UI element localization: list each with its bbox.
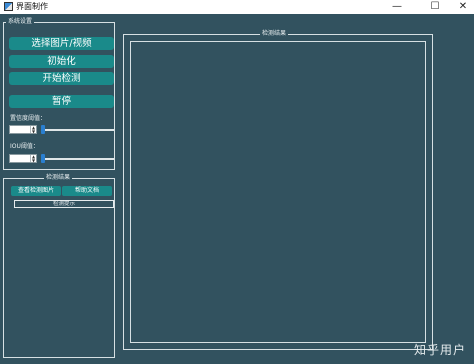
title-bar: 界面制作 — ☐ ✕ (0, 0, 474, 14)
confidence-slider-handle[interactable] (41, 125, 45, 134)
initialize-button[interactable]: 初始化 (9, 55, 114, 68)
detection-hint-box: 检测提示 (14, 200, 114, 208)
iou-slider-handle[interactable] (41, 154, 45, 163)
minimize-button[interactable]: — (382, 0, 412, 14)
main-client-area: 系统设置 选择图片/视频 初始化 开始检测 暂停 置信度阈值： ▲ ▼ IOU阈值… (0, 14, 474, 364)
window-title: 界面制作 (16, 2, 48, 11)
spin-arrows-icon[interactable]: ▲ ▼ (30, 126, 36, 133)
confidence-slider-track[interactable] (42, 129, 114, 131)
help-document-button[interactable]: 帮助文档 (62, 186, 112, 196)
iou-spinbox[interactable]: ▲ ▼ (9, 154, 37, 163)
app-icon (4, 2, 13, 11)
confidence-spinbox[interactable]: ▲ ▼ (9, 125, 37, 134)
iou-label: IOU阈值： (10, 143, 39, 150)
display-groupbox: 检测结果 (123, 29, 433, 350)
image-display-area (130, 41, 426, 343)
results-group-title: 检测结果 (44, 173, 73, 182)
close-button[interactable]: ✕ (448, 0, 474, 14)
display-group-title: 检测结果 (260, 29, 289, 38)
spin-arrows-icon[interactable]: ▲ ▼ (30, 155, 36, 162)
iou-slider-track[interactable] (42, 158, 114, 160)
confidence-label: 置信度阈值： (10, 115, 47, 122)
pause-button[interactable]: 暂停 (9, 95, 114, 108)
results-groupbox: 检测结果 查看检测图片 帮助文档 检测提示 (3, 173, 115, 358)
settings-groupbox: 系统设置 选择图片/视频 初始化 开始检测 暂停 置信度阈值： ▲ ▼ IOU阈值… (3, 17, 115, 170)
start-detection-button[interactable]: 开始检测 (9, 72, 114, 85)
settings-group-title: 系统设置 (6, 17, 35, 26)
maximize-button[interactable]: ☐ (420, 0, 450, 14)
select-image-video-button[interactable]: 选择图片/视频 (9, 37, 114, 50)
watermark-text: 知乎用户 (413, 343, 466, 357)
view-detection-image-button[interactable]: 查看检测图片 (11, 186, 61, 196)
